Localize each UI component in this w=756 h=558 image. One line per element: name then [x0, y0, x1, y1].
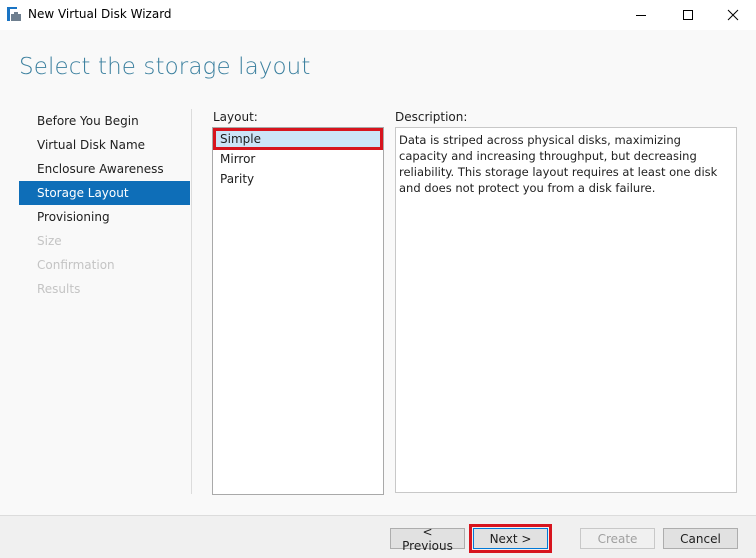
- page-title: Select the storage layout: [19, 54, 311, 80]
- wizard-steps-nav: Before You Begin Virtual Disk Name Enclo…: [19, 109, 190, 301]
- close-button[interactable]: [710, 0, 756, 30]
- wizard-footer: < Previous Next > Create Cancel: [0, 515, 756, 558]
- layout-option-parity[interactable]: Parity: [214, 169, 382, 189]
- description-text: Data is striped across physical disks, m…: [395, 127, 737, 493]
- next-button[interactable]: Next >: [469, 524, 552, 553]
- nav-step-size: Size: [37, 234, 62, 248]
- layout-label: Layout:: [213, 110, 258, 124]
- nav-step-enclosure-awareness[interactable]: Enclosure Awareness: [19, 157, 190, 181]
- nav-step-virtual-disk-name[interactable]: Virtual Disk Name: [19, 133, 190, 157]
- nav-divider: [191, 109, 192, 494]
- title-bar: New Virtual Disk Wizard: [0, 0, 756, 30]
- layout-option-mirror[interactable]: Mirror: [214, 149, 382, 169]
- nav-step-storage-layout[interactable]: Storage Layout: [19, 181, 190, 205]
- nav-step-confirmation: Confirmation: [37, 258, 115, 272]
- maximize-button[interactable]: [665, 0, 711, 30]
- minimize-button[interactable]: [618, 0, 664, 30]
- nav-step-results: Results: [37, 282, 81, 296]
- layout-listbox[interactable]: Simple Mirror Parity: [212, 127, 384, 495]
- server-manager-icon: [7, 7, 21, 21]
- nav-step-before-you-begin[interactable]: Before You Begin: [19, 109, 190, 133]
- layout-option-simple[interactable]: Simple: [213, 128, 383, 150]
- window-title: New Virtual Disk Wizard: [28, 7, 172, 21]
- cancel-button[interactable]: Cancel: [663, 528, 738, 549]
- description-label: Description:: [395, 110, 468, 124]
- create-button: Create: [580, 528, 655, 549]
- minimize-icon: [636, 15, 646, 16]
- nav-step-provisioning[interactable]: Provisioning: [19, 205, 190, 229]
- maximize-icon: [683, 10, 693, 20]
- previous-button[interactable]: < Previous: [390, 525, 465, 553]
- close-icon: [727, 9, 739, 21]
